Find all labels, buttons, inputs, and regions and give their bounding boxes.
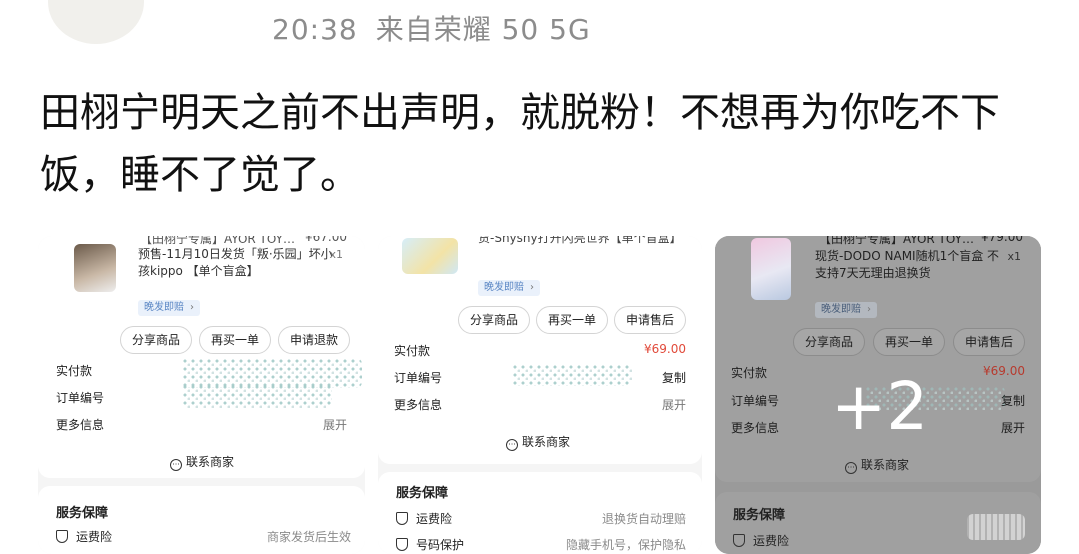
product-image (402, 238, 458, 274)
service-label: 号码保护 (416, 538, 465, 552)
shield-icon (396, 538, 408, 551)
share-product-button[interactable]: 分享商品 (793, 328, 865, 356)
copy-button[interactable]: 复制 (662, 369, 686, 386)
tag-label: 晚发即赔 (821, 304, 861, 315)
late-delivery-tag: 晚发即赔 › (478, 280, 540, 296)
chevron-right-icon: › (190, 302, 194, 313)
paid-amount-value: ¥69.00 (644, 342, 686, 356)
service-label: 运费险 (76, 530, 113, 544)
image-thumbnail-3[interactable]: 【田栩宁专属】AYOR TOY… ¥79.00 现货-DODO NAMI随机1个… (715, 236, 1041, 554)
order-number-label: 订单编号 (394, 371, 443, 385)
chevron-right-icon: › (867, 304, 871, 315)
shipping-insurance-value[interactable]: 退换货自动理赔 (602, 510, 686, 527)
more-info-label: 更多信息 (56, 418, 105, 432)
request-aftersales-button[interactable]: 申请售后 (953, 328, 1025, 356)
order-card: 【田栩宁专属】AYOR TOY… ¥67.00 预售-11月10日发货「叛·乐园… (38, 236, 365, 478)
buy-again-button[interactable]: 再买一单 (199, 326, 271, 354)
number-protection-label: 号码保护 (396, 536, 464, 553)
more-info-label: 更多信息 (731, 421, 780, 435)
service-title: 服务保障 (733, 508, 786, 523)
post-text: 田栩宁明天之前不出声明，就脱粉！不想再为你吃不下饭，睡不了觉了。 (40, 90, 1000, 198)
copy-button[interactable]: 复制 (1001, 392, 1025, 409)
shipping-insurance-label: 运费险 (396, 510, 452, 527)
chevron-right-icon: › (530, 282, 534, 293)
service-title: 服务保障 (56, 506, 109, 521)
contact-merchant-button[interactable]: ··· 联系商家 (506, 433, 570, 451)
product-title: 【田栩宁专属】AYOR TOY… (819, 236, 974, 246)
contact-merchant-button[interactable]: ··· 联系商家 (845, 456, 909, 474)
service-label: 运费险 (753, 534, 790, 548)
contact-label: 联系商家 (522, 435, 571, 449)
chat-icon: ··· (170, 459, 182, 471)
tag-label: 晚发即赔 (144, 302, 184, 313)
redacted-order-number (182, 384, 332, 408)
product-description: 现货-DODO NAMI随机1个盲盒 不支持7天无理由退换货 (815, 249, 1000, 280)
post-meta: 20:38 来自荣耀 50 5G (272, 8, 591, 48)
late-delivery-tag: 晚发即赔 › (138, 300, 200, 316)
shield-icon (733, 534, 745, 547)
request-aftersales-button[interactable]: 申请售后 (614, 306, 686, 334)
watermark-icon (967, 514, 1025, 540)
contact-label: 联系商家 (186, 455, 235, 469)
service-card: 服务保障 运费险 退换货自动理赔 号码保护 隐藏手机号，保护隐私 (378, 472, 702, 554)
image-thumbnail-2[interactable]: 货-Shyshy打开闪亮世界【单个盲盒】 晚发即赔 › 分享商品 再买一单 申请售… (378, 236, 702, 554)
paid-amount-label: 实付款 (56, 364, 93, 378)
product-quantity: x1 (329, 248, 343, 261)
order-card: 货-Shyshy打开闪亮世界【单个盲盒】 晚发即赔 › 分享商品 再买一单 申请售… (378, 236, 702, 464)
user-avatar[interactable] (48, 0, 144, 44)
paid-amount-label: 实付款 (731, 366, 768, 380)
product-description: 预售-11月10日发货「叛·乐园」坏小孩kippo 【单个盲盒】 (138, 247, 333, 278)
tag-label: 晚发即赔 (484, 282, 524, 293)
product-image (74, 244, 116, 292)
chat-icon: ··· (506, 439, 518, 451)
late-delivery-tag: 晚发即赔 › (815, 302, 877, 318)
order-number-label: 订单编号 (731, 394, 780, 408)
more-info-label: 更多信息 (394, 398, 443, 412)
shipping-insurance-label: 运费险 (56, 528, 112, 545)
service-label: 运费险 (416, 512, 453, 526)
share-product-button[interactable]: 分享商品 (120, 326, 192, 354)
shield-icon (56, 530, 68, 543)
chat-icon: ··· (845, 462, 857, 474)
shipping-insurance-value[interactable]: 商家发货后生效 (267, 528, 351, 545)
contact-label: 联系商家 (861, 458, 910, 472)
product-price: ¥67.00 (305, 236, 347, 244)
paid-amount-label: 实付款 (394, 344, 431, 358)
share-product-button[interactable]: 分享商品 (458, 306, 530, 334)
service-card: 服务保障 运费险 商家发货后生效 (38, 486, 365, 554)
expand-link[interactable]: 展开 (662, 396, 686, 413)
product-image (751, 238, 791, 300)
paid-amount-value: ¥69.00 (983, 364, 1025, 378)
request-refund-button[interactable]: 申请退款 (278, 326, 350, 354)
post-time: 20:38 (272, 13, 358, 46)
order-card: 【田栩宁专属】AYOR TOY… ¥79.00 现货-DODO NAMI随机1个… (715, 236, 1041, 482)
number-protection-value[interactable]: 隐藏手机号，保护隐私 (566, 536, 686, 553)
image-thumbnail-1[interactable]: 【田栩宁专属】AYOR TOY… ¥67.00 预售-11月10日发货「叛·乐园… (38, 236, 365, 554)
contact-merchant-button[interactable]: ··· 联系商家 (170, 453, 234, 471)
post-source: 来自荣耀 50 5G (375, 13, 591, 46)
product-quantity: x1 (1007, 250, 1021, 263)
shipping-insurance-label: 运费险 (733, 532, 789, 549)
expand-link[interactable]: 展开 (1001, 419, 1025, 436)
shield-icon (396, 512, 408, 525)
service-title: 服务保障 (396, 486, 449, 501)
order-number-label: 订单编号 (56, 391, 105, 405)
more-images-count[interactable]: +2 (831, 368, 928, 445)
buy-again-button[interactable]: 再买一单 (873, 328, 945, 356)
product-description: 货-Shyshy打开闪亮世界【单个盲盒】 (478, 236, 682, 245)
product-price: ¥79.00 (981, 236, 1023, 244)
buy-again-button[interactable]: 再买一单 (536, 306, 608, 334)
expand-link[interactable]: 展开 (323, 416, 347, 433)
redacted-order-number (512, 364, 632, 386)
